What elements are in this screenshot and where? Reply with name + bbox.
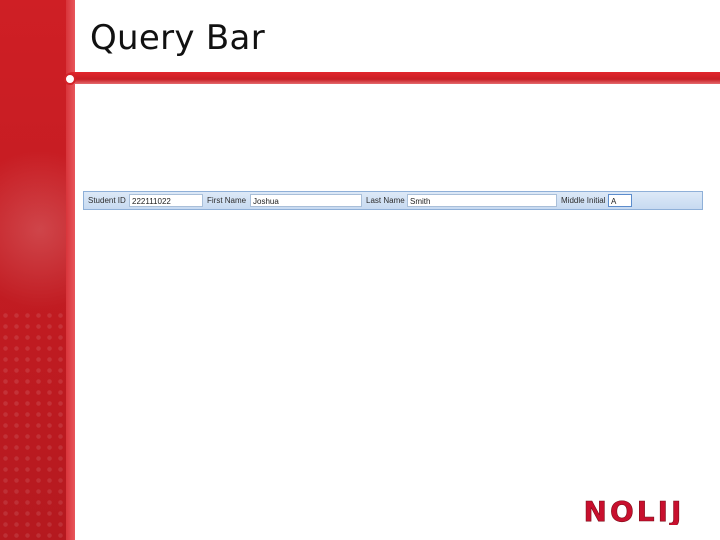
logo-text: NOLIJ [584, 495, 685, 525]
last-name-field[interactable]: Smith [407, 194, 557, 207]
last-name-label: Last Name [366, 196, 405, 205]
title-separator-bar [66, 72, 720, 84]
first-name-field[interactable]: Joshua [250, 194, 362, 207]
query-bar: Student ID 222111022 First Name Joshua L… [83, 191, 703, 210]
panel-sheen [0, 150, 75, 310]
student-id-label: Student ID [88, 196, 126, 205]
separator-end-dot [64, 73, 76, 85]
student-id-field[interactable]: 222111022 [129, 194, 203, 207]
nolij-logo: NOLIJ [583, 495, 685, 525]
middle-initial-label: Middle Initial [561, 196, 606, 205]
slide-title: Query Bar [90, 18, 265, 58]
panel-dot-pattern [0, 310, 75, 540]
first-name-label: First Name [207, 196, 247, 205]
middle-initial-field[interactable]: A [608, 194, 632, 207]
